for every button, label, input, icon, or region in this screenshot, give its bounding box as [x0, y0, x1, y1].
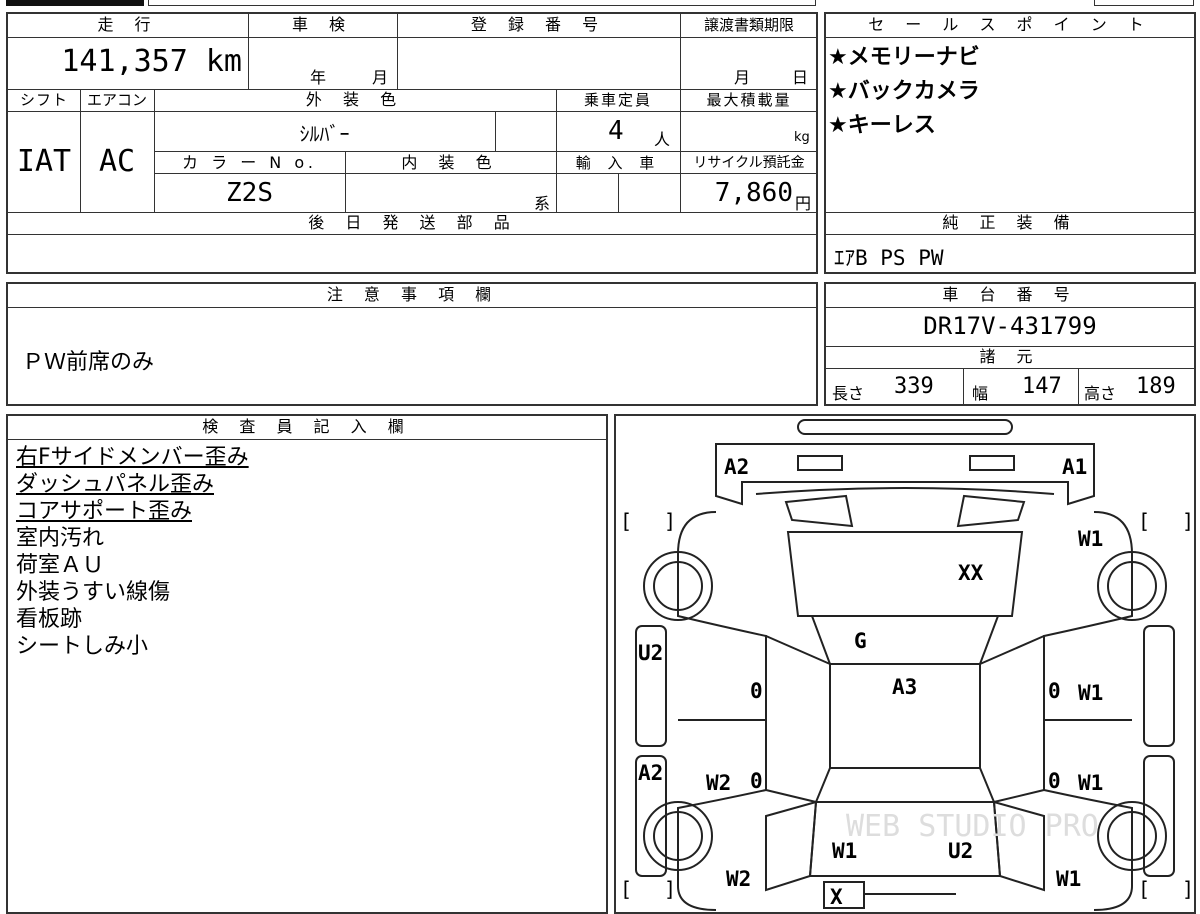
later-parts-label: 後 日 発 送 部 品	[308, 213, 518, 232]
sales-points-box: セ ー ル ス ポ イ ン ト ★メモリーナビ ★バックカメラ ★キーレス 純 …	[824, 12, 1196, 274]
bracket-right-top-r: ]	[1182, 509, 1194, 533]
inspector-line-7: 看板跡	[16, 607, 83, 632]
genuine-equipment-value: ｴｱB PS PW	[834, 246, 944, 270]
mark-w2-left-rear-door: W2	[706, 771, 731, 795]
notes-label: 注 意 事 項 欄	[326, 285, 500, 304]
width-label: 幅	[972, 384, 989, 403]
recycle-unit: 円	[795, 194, 812, 213]
mileage-value: 141,357 km	[61, 44, 242, 79]
bracket-left-bottom: [	[620, 877, 632, 901]
recycle-value: 7,860	[714, 178, 793, 208]
interior-suffix: 系	[534, 194, 551, 213]
length-label: 長さ	[832, 384, 865, 403]
bracket-left-top: [	[620, 509, 632, 533]
mark-g-windshield: G	[854, 629, 867, 653]
genuine-equipment-label: 純 正 装 備	[942, 213, 1078, 232]
mark-a2-front: A2	[724, 455, 749, 479]
mark-w1-front-right: W1	[1078, 527, 1103, 551]
color-no-value: Z2S	[226, 178, 273, 208]
capacity-unit: 人	[654, 130, 671, 149]
capacity-value: 4	[608, 116, 624, 146]
max-load-unit: kg	[794, 130, 810, 145]
bracket-left-bottom-r: [	[1138, 877, 1150, 901]
mark-xx-hood: XX	[958, 561, 984, 585]
mark-u2-left-fender: U2	[638, 641, 663, 665]
transfer-month: 月	[734, 68, 751, 87]
mark-w1-right-front-door: W1	[1078, 681, 1103, 705]
inspection-year: 年	[310, 68, 327, 87]
sales-point-1: ★メモリーナビ	[828, 45, 980, 70]
sales-points-label: セ ー ル ス ポ イ ン ト	[868, 15, 1152, 34]
chassis-box: 車 台 番 号 DR17V-431799 諸 元 長さ 339 幅 147 高さ…	[824, 282, 1196, 406]
exterior-color-value: ｼﾙﾊﾞｰ	[299, 122, 350, 146]
sales-point-3: ★キーレス	[828, 113, 936, 138]
inspector-label: 検 査 員 記 入 欄	[202, 417, 412, 436]
chassis-value: DR17V-431799	[923, 312, 1097, 340]
bracket-right-bottom-l: ]	[664, 877, 676, 901]
import-label: 輸 入 車	[575, 154, 661, 172]
inspector-line-8: シートしみ小	[16, 634, 149, 659]
recycle-label: リサイクル預託金	[693, 155, 805, 171]
inspector-line-3: コアサポート歪み	[16, 499, 193, 524]
inspector-line-2: ダッシュパネル歪み	[16, 472, 215, 497]
notes-value: ＰＷ前席のみ	[22, 350, 155, 375]
specs-label: 諸 元	[979, 347, 1041, 366]
capacity-label: 乗車定員	[583, 91, 652, 109]
header-tab	[6, 0, 144, 6]
registration-label: 登 録 番 号	[470, 15, 607, 34]
mark-zero-left-front-door: 0	[750, 679, 763, 703]
color-no-label: カ ラ ー N o.	[182, 153, 317, 172]
inspector-line-4: 室内汚れ	[16, 526, 105, 551]
inspection-label: 車 検	[291, 15, 354, 34]
height-value: 189	[1136, 374, 1176, 399]
mark-u2-rear: U2	[948, 839, 973, 863]
mark-a3-roof: A3	[892, 675, 917, 699]
inspector-box: 検 査 員 記 入 欄 右Fサイドメンバー歪み ダッシュパネル歪み コアサポート…	[6, 414, 608, 914]
inspection-month: 月	[372, 68, 389, 87]
mileage-label: 走 行	[97, 15, 159, 34]
bracket-left-top-r: [	[1138, 509, 1150, 533]
inspector-line-1: 右Fサイドメンバー歪み	[16, 445, 249, 470]
bracket-right-bottom-r: ]	[1182, 877, 1194, 901]
width-value: 147	[1022, 374, 1062, 399]
interior-color-label: 内 装 色	[401, 153, 500, 172]
header-strip-right	[1094, 0, 1194, 6]
mark-zero-left-rear-door: 0	[750, 769, 763, 793]
transfer-deadline-label: 譲渡書類期限	[703, 16, 794, 34]
mark-zero-right-front-door: 0	[1048, 679, 1061, 703]
height-label: 高さ	[1084, 384, 1117, 403]
mark-a1-front: A1	[1062, 455, 1087, 479]
notes-box: 注 意 事 項 欄 ＰＷ前席のみ	[6, 282, 818, 406]
chassis-label: 車 台 番 号	[942, 285, 1078, 304]
exterior-color-label: 外 装 色	[305, 90, 405, 109]
bracket-right-top-l: ]	[664, 509, 676, 533]
shift-label: シフト	[19, 91, 68, 109]
damage-diagram-box: [ ] [ ] [ ] [ ] WEB STUDIO PRO A2 A1 W1 …	[614, 414, 1196, 914]
mark-w1-rear-right: W1	[1056, 867, 1081, 891]
mark-w1-rear-left: W1	[832, 839, 857, 863]
mark-w1-right-rear-door: W1	[1078, 771, 1103, 795]
aircon-label: エアコン	[86, 91, 147, 109]
max-load-label: 最大積載量	[706, 91, 792, 109]
aircon-value: AC	[98, 144, 136, 179]
mark-w2-rear-left: W2	[726, 867, 751, 891]
vehicle-info-table: 走 行 車 検 登 録 番 号 譲渡書類期限 141,357 km 年 月 月 …	[6, 12, 818, 274]
inspector-line-5: 荷室ＡＵ	[16, 553, 105, 578]
mark-x-rear-bumper: X	[830, 885, 843, 909]
mark-a2-left-rear: A2	[638, 761, 663, 785]
shift-value: IAT	[16, 144, 72, 179]
sales-point-2: ★バックカメラ	[828, 79, 980, 104]
inspector-line-6: 外装うすい線傷	[16, 580, 171, 605]
transfer-day: 日	[792, 68, 809, 87]
mark-zero-right-rear-door: 0	[1048, 769, 1061, 793]
header-strip	[148, 0, 816, 6]
length-value: 339	[894, 374, 934, 399]
car-diagram: [ ] [ ] [ ] [ ] WEB STUDIO PRO A2 A1 W1 …	[620, 419, 1194, 911]
